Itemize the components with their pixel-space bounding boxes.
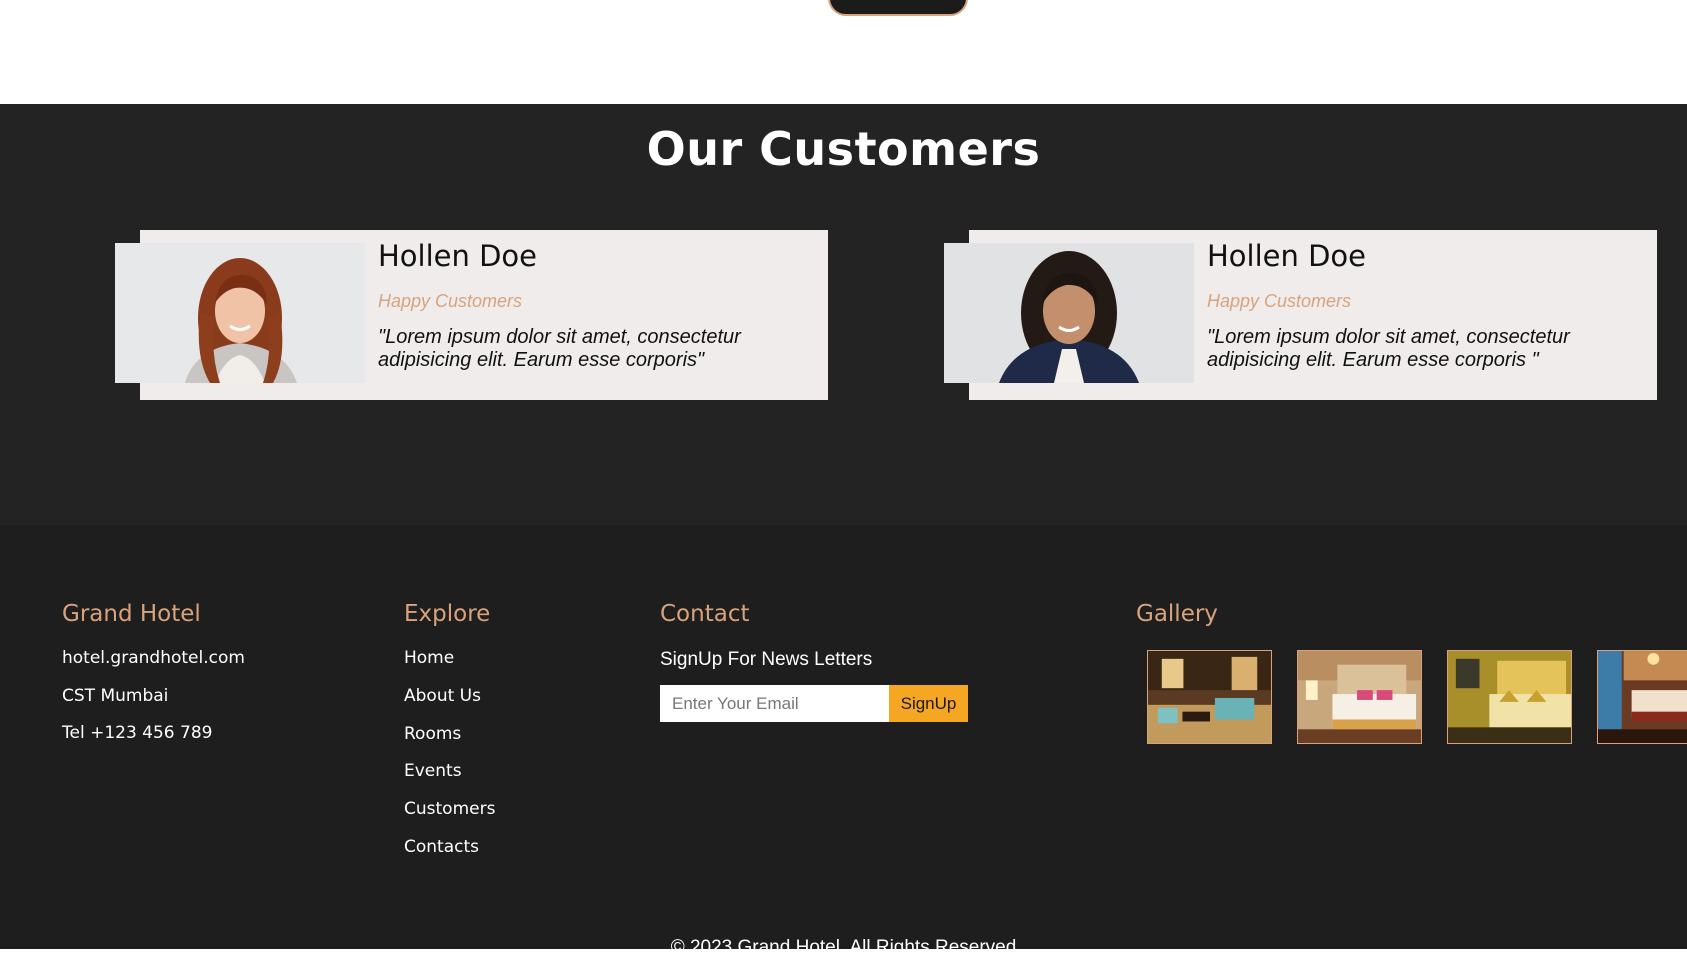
customer-quote: "Lorem ipsum dolor sit amet, consectetur… — [1207, 326, 1570, 371]
explore-title: Explore — [404, 601, 491, 627]
gallery-image-lounge[interactable] — [1147, 650, 1272, 744]
nav-link-rooms[interactable]: Rooms — [404, 724, 461, 744]
customer-photo — [115, 243, 365, 383]
newsletter-label: SignUp For News Letters — [660, 649, 873, 670]
nav-link-about-us[interactable]: About Us — [404, 686, 481, 706]
contact-title: Contact — [660, 601, 750, 627]
customer-name: Hollen Doe — [378, 239, 538, 273]
gallery-title: Gallery — [1136, 601, 1218, 627]
gallery-image-gold-bedroom[interactable] — [1447, 650, 1572, 744]
nav-link-home[interactable]: Home — [404, 648, 454, 668]
brand-email: hotel.grandhotel.com — [62, 648, 245, 668]
brand-title: Grand Hotel — [62, 601, 201, 627]
copyright-text: © 2023 Grand Hotel. All Rights Reserved — [670, 937, 1017, 958]
nav-link-customers[interactable]: Customers — [404, 799, 495, 819]
gallery-image-bedroom[interactable] — [1297, 650, 1422, 744]
brand-location: CST Mumbai — [62, 686, 169, 706]
signup-button[interactable]: SignUp — [889, 685, 968, 722]
brand-phone: Tel +123 456 789 — [62, 723, 213, 743]
customer-role: Happy Customers — [378, 291, 523, 311]
nav-link-contacts[interactable]: Contacts — [404, 837, 479, 857]
top-cta-button[interactable] — [828, 0, 968, 16]
top-section — [0, 0, 1687, 104]
customers-section: Our Customers Hollen Doe Happy Customers… — [0, 104, 1687, 525]
customer-name: Hollen Doe — [1207, 239, 1367, 273]
section-title: Our Customers — [646, 122, 1041, 176]
newsletter-email-input[interactable] — [660, 685, 889, 722]
customer-quote: "Lorem ipsum dolor sit amet, consectetur… — [378, 326, 741, 371]
gallery-image-suite[interactable] — [1597, 650, 1687, 744]
nav-link-events[interactable]: Events — [404, 761, 462, 781]
customer-role: Happy Customers — [1207, 291, 1352, 311]
customer-photo — [944, 243, 1194, 383]
footer: Grand Hotel hotel.grandhotel.com CST Mum… — [0, 525, 1687, 958]
